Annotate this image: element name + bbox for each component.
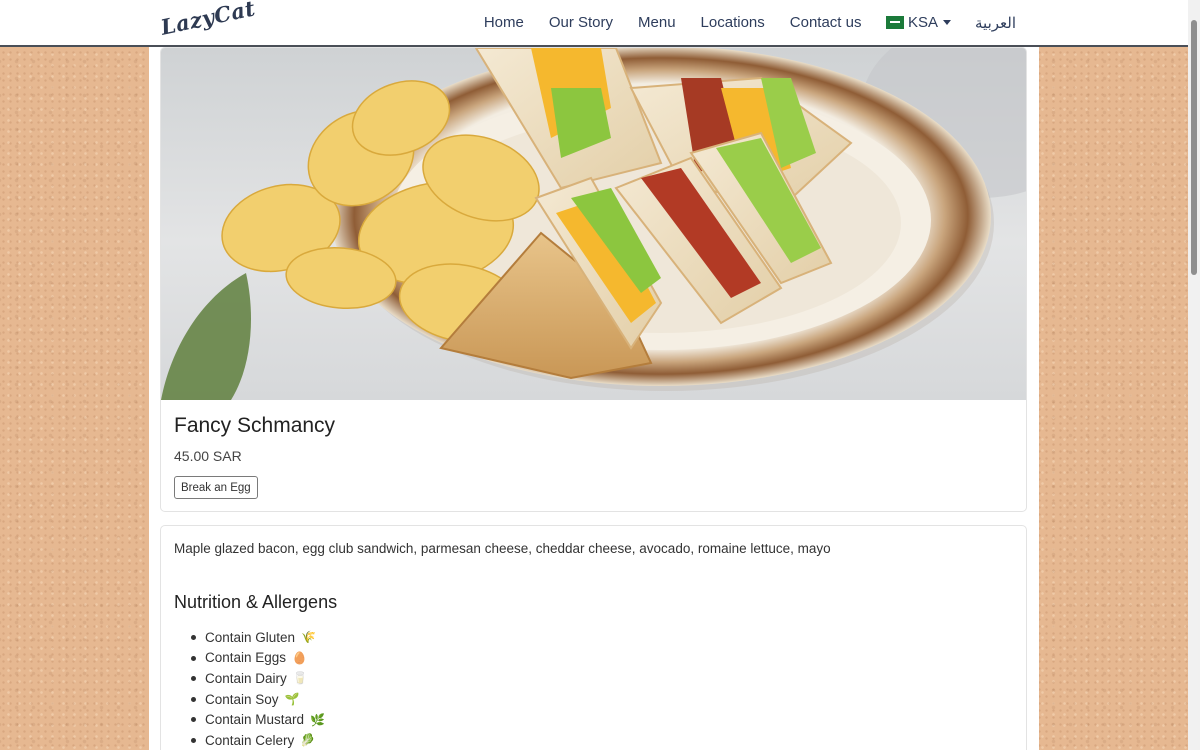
break-an-egg-button[interactable]: Break an Egg [174, 476, 258, 499]
content-column: Fancy Schmancy 45.00 SAR Break an Egg Ma… [149, 47, 1039, 750]
top-navbar: LazyCat Home Our Story Menu Locations Co… [0, 0, 1188, 47]
allergen-label: Contain Celery [205, 732, 295, 748]
language-switch[interactable]: العربية [963, 14, 1016, 32]
caret-down-icon [943, 20, 951, 25]
description-card: Maple glazed bacon, egg club sandwich, p… [160, 525, 1027, 750]
allergen-list: Contain Gluten 🌾 Contain Eggs 🥚 Contain … [191, 627, 325, 750]
allergen-dairy: Contain Dairy 🥛 [191, 668, 325, 689]
product-image [161, 48, 1026, 400]
nav-our-story[interactable]: Our Story [536, 14, 625, 31]
nav-locations[interactable]: Locations [688, 14, 777, 31]
herb-icon: 🌿 [310, 712, 326, 727]
product-card: Fancy Schmancy 45.00 SAR Break an Egg [160, 47, 1027, 512]
product-title: Fancy Schmancy [174, 414, 336, 437]
allergen-label: Contain Mustard [205, 712, 305, 728]
nav-contact[interactable]: Contact us [777, 14, 874, 31]
page-scrollbar[interactable] [1188, 0, 1200, 750]
product-description: Maple glazed bacon, egg club sandwich, p… [174, 541, 831, 556]
allergen-label: Contain Gluten [205, 629, 296, 645]
seedling-icon: 🌱 [284, 692, 300, 707]
milk-icon: 🥛 [292, 671, 308, 686]
nav-menu[interactable]: Menu [626, 14, 689, 31]
saudi-flag-icon [885, 16, 904, 29]
product-price: 45.00 SAR [174, 448, 242, 464]
allergen-label: Contain Eggs [205, 650, 287, 666]
country-label: KSA [907, 14, 938, 31]
allergen-celery: Contain Celery 🥬 [191, 730, 325, 750]
allergen-label: Contain Dairy [205, 670, 287, 686]
scroll-thumb[interactable] [1191, 20, 1197, 275]
country-dropdown[interactable]: KSA [874, 14, 963, 31]
nav-home[interactable]: Home [471, 14, 536, 31]
allergen-eggs: Contain Eggs 🥚 [191, 648, 325, 669]
leafy-green-icon: 🥬 [300, 733, 316, 748]
brand-logo[interactable]: LazyCat [158, 0, 257, 40]
wheat-icon: 🌾 [301, 630, 317, 645]
allergen-label: Contain Soy [205, 691, 279, 707]
nutrition-heading: Nutrition & Allergens [174, 592, 338, 612]
nav-links: Home Our Story Menu Locations Contact us… [471, 0, 1016, 45]
allergen-gluten: Contain Gluten 🌾 [191, 627, 325, 648]
egg-icon: 🥚 [292, 650, 308, 665]
allergen-soy: Contain Soy 🌱 [191, 689, 325, 710]
allergen-mustard: Contain Mustard 🌿 [191, 709, 325, 730]
